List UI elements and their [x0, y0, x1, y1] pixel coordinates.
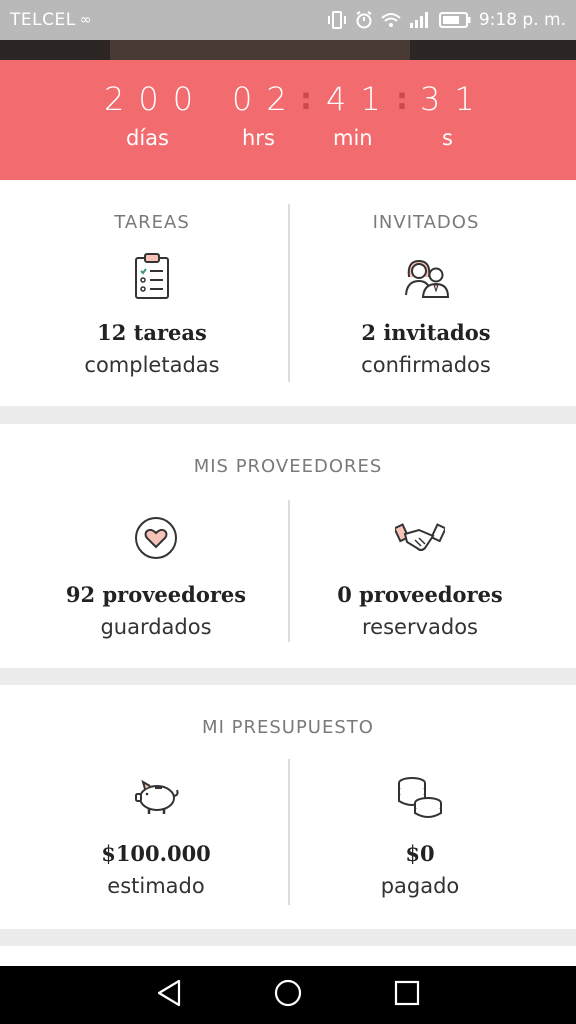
paid-budget-label: pagado: [380, 874, 460, 898]
guests-count: 2 invitados: [361, 320, 491, 345]
paid-budget-amount: $0: [405, 841, 435, 866]
countdown-hours: 02: [232, 80, 301, 118]
link-icon: ∞: [79, 12, 92, 28]
tasks-guests-card: TAREAS INVITADOS 12 tareas completadas 2…: [0, 180, 576, 406]
tasks-title: TAREAS: [114, 212, 190, 233]
booked-vendors-summary[interactable]: 0 proveedores reservados: [276, 510, 564, 639]
budget-card: MI PRESUPUESTO $100.000 estimado $0 paga…: [0, 685, 576, 929]
countdown-separator: :: [396, 82, 408, 117]
countdown-minutes: 41: [326, 80, 395, 118]
vendors-title: MIS PROVEEDORES: [193, 456, 383, 477]
coins-stack-icon: [276, 769, 564, 825]
countdown-days-label: días: [126, 126, 169, 150]
booked-vendors-status: reservados: [361, 615, 478, 639]
cover-photo: [0, 40, 576, 60]
tasks-status: completadas: [84, 353, 220, 377]
next-card: [0, 946, 576, 966]
carrier-label: TELCEL: [10, 10, 76, 30]
countdown-hours-label: hrs: [242, 126, 275, 150]
estimated-budget-amount: $100.000: [101, 841, 211, 866]
handshake-icon: [276, 510, 564, 566]
piggy-bank-icon: [12, 769, 300, 825]
paid-budget-summary[interactable]: $0 pagado: [276, 769, 564, 898]
alarm-icon: [355, 11, 373, 29]
tasks-summary[interactable]: 12 tareas completadas: [8, 248, 296, 377]
countdown-separator: :: [300, 82, 312, 117]
estimated-budget-summary[interactable]: $100.000 estimado: [12, 769, 300, 898]
countdown-seconds-label: s: [442, 126, 453, 150]
heart-circle-icon: [12, 510, 300, 566]
estimated-budget-label: estimado: [107, 874, 205, 898]
countdown-days: 200: [104, 80, 208, 118]
saved-vendors-status: guardados: [100, 615, 212, 639]
tasks-count: 12 tareas: [97, 320, 207, 345]
clipboard-checklist-icon: [8, 248, 296, 304]
vendors-card: MIS PROVEEDORES 92 proveedores guardados…: [0, 424, 576, 668]
recents-square-icon[interactable]: [394, 980, 420, 1010]
wedding-countdown: 200 02 : 41 : 31 días hrs min s: [0, 60, 576, 180]
back-triangle-icon[interactable]: [156, 979, 182, 1011]
wifi-icon: [381, 12, 401, 28]
saved-vendors-count: 92 proveedores: [65, 582, 247, 607]
saved-vendors-summary[interactable]: 92 proveedores guardados: [12, 510, 300, 639]
battery-icon: [438, 12, 471, 28]
budget-title: MI PRESUPUESTO: [202, 717, 374, 738]
guests-title: INVITADOS: [372, 212, 480, 233]
booked-vendors-count: 0 proveedores: [337, 582, 503, 607]
signal-icon: [409, 11, 431, 29]
countdown-minutes-label: min: [333, 126, 373, 150]
status-bar: TELCEL ∞ 9:18 p. m.: [0, 0, 576, 40]
system-navigation-bar: [0, 966, 576, 1024]
home-circle-icon[interactable]: [274, 979, 302, 1011]
guests-icon: [282, 248, 570, 304]
clock-time: 9:18 p. m.: [478, 10, 566, 30]
countdown-seconds: 31: [420, 80, 489, 118]
guests-summary[interactable]: 2 invitados confirmados: [282, 248, 570, 377]
vibrate-icon: [327, 11, 347, 29]
guests-status: confirmados: [361, 353, 491, 377]
